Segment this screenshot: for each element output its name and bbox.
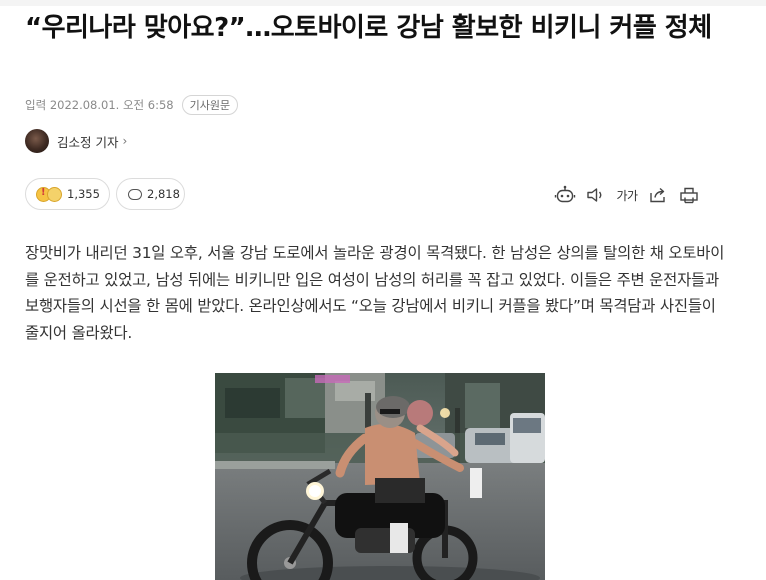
share-icon[interactable]: [647, 185, 669, 205]
article-photo: [215, 373, 545, 580]
top-divider: [0, 0, 766, 6]
reaction-count: 1,355: [67, 187, 100, 201]
article-toolbar: 가가: [554, 185, 709, 205]
summary-bot-icon[interactable]: [554, 185, 576, 205]
article-body-paragraph: 장맛비가 내리던 31일 오후, 서울 강남 도로에서 놀라운 광경이 목격됐다…: [25, 244, 725, 342]
reporter-link[interactable]: 김소정 기자 ›: [25, 129, 127, 153]
reporter-name: 김소정 기자: [57, 134, 119, 150]
comment-count: 2,818: [147, 187, 180, 201]
font-size-icon[interactable]: 가가: [616, 185, 638, 205]
comment-button[interactable]: 2,818: [116, 178, 185, 210]
article-title: “우리나라 맞아요?”…오토바이로 강남 활보한 비키니 커플 정체: [25, 13, 712, 43]
chevron-right-icon: ›: [122, 134, 128, 148]
reporter-avatar: [25, 129, 49, 153]
comment-bubble-icon: [128, 188, 142, 200]
original-article-link[interactable]: 기사원문: [181, 95, 239, 115]
published-time: 입력 2022.08.01. 오전 6:58: [25, 98, 174, 112]
smile-emoji-icon: [47, 186, 62, 202]
article-meta: 입력 2022.08.01. 오전 6:58 기사원문: [25, 94, 239, 116]
speaker-icon[interactable]: [585, 185, 607, 205]
reaction-button[interactable]: 1,355: [25, 178, 110, 210]
print-icon[interactable]: [678, 185, 700, 205]
